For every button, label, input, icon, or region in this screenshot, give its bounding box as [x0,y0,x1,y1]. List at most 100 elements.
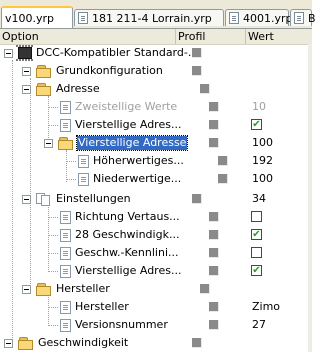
document-icon [60,300,71,314]
document-icon [78,154,89,168]
profil-marker[interactable] [209,302,219,312]
value-text[interactable]: 100 [252,172,273,186]
tree-label: Richtung Vertaus... [75,210,180,223]
collapse-toggle[interactable] [22,67,31,76]
tab-lorrain[interactable]: 181 211-4 Lorrain.yrp [74,9,224,26]
tree-label: Geschw.-Kennlini... [75,246,179,259]
value-checkbox[interactable]: ✔ [251,119,262,130]
tree-row[interactable]: Grundkonfiguration [0,62,312,80]
value-text[interactable]: 100 [252,136,273,150]
collapse-toggle[interactable] [22,195,31,204]
tab-bar: v100.yrp 181 211-4 Lorrain.yrp 4001.yrp … [0,0,316,29]
tree-label: Versionsnummer [75,318,168,331]
tree-row[interactable]: Geschwindigkeit [0,334,312,352]
tree-row[interactable]: 28 Geschwindigk... ✔ [0,226,312,244]
profil-marker[interactable] [209,120,219,130]
tab-label: v100.yrp [5,11,55,25]
document-icon [60,228,71,242]
profil-marker[interactable] [200,84,210,94]
tree-row[interactable]: Hersteller [0,280,312,298]
tree-label: Hersteller [75,300,129,313]
profil-marker[interactable] [192,338,202,348]
tab-label: 4001.yrp [243,11,293,25]
profil-marker[interactable] [192,66,202,76]
tree-label: Vierstellige Adres... [75,118,182,131]
profil-marker[interactable] [209,230,219,240]
document-icon [60,100,71,114]
profil-marker[interactable] [209,138,219,148]
folder-open-icon [36,64,52,78]
tab-label: B [308,11,316,25]
tree-row[interactable]: Vierstellige Adres... ✔ [0,116,312,134]
documents-icon [36,192,52,206]
tree-label: Vierstellige Adres... [75,264,182,277]
value-checkbox[interactable] [251,211,262,222]
tab-v100[interactable]: v100.yrp [1,6,73,28]
profil-marker[interactable] [209,320,219,330]
folder-open-icon [18,336,34,350]
tree-label: Adresse [56,82,100,95]
value-text[interactable]: 34 [252,192,266,206]
tree-label: Einstellungen [56,192,131,205]
tree-label: Zweistellige Werte [75,100,178,113]
value-text[interactable]: 27 [252,318,266,332]
profil-marker[interactable] [209,266,219,276]
tree-label: Grundkonfiguration [56,64,163,77]
tree-label: Geschwindigkeit [38,336,129,349]
tab-label: 181 211-4 Lorrain.yrp [92,11,212,25]
tree-label: Hersteller [56,282,110,295]
tab-b[interactable]: B [290,9,316,26]
profil-marker[interactable] [209,212,219,222]
tree-row[interactable]: Zweistellige Werte 10 [0,98,312,116]
tree-row[interactable]: Einstellungen 34 [0,190,312,208]
tree-label: Niederwertige... [93,172,182,185]
document-icon [60,318,71,332]
tree-row[interactable]: Adresse [0,80,312,98]
value-text[interactable]: Zimo [252,300,280,314]
collapse-toggle[interactable] [22,285,31,294]
profil-marker[interactable] [218,174,228,184]
profil-marker[interactable] [192,194,202,204]
collapse-toggle[interactable] [4,49,13,58]
profil-marker[interactable] [200,284,210,294]
value-checkbox[interactable] [251,247,262,258]
tree-row[interactable]: DCC-Kompatibler Standard-... [0,44,312,62]
tree-label: DCC-Kompatibler Standard-... [36,46,199,59]
tree-label: Höherwertiges... [93,154,184,167]
folder-open-icon [58,136,74,150]
tree-row[interactable]: Höherwertiges... 192 [0,152,312,170]
value-text[interactable]: 10 [252,100,266,114]
tree-row[interactable]: Richtung Vertaus... [0,208,312,226]
document-icon [294,12,304,24]
document-icon [60,246,71,260]
column-wert[interactable]: Wert [246,29,308,44]
value-checkbox[interactable]: ✔ [251,229,262,240]
tab-4001[interactable]: 4001.yrp [225,9,293,26]
tree-row[interactable]: Vierstellige Adresse 100 [0,134,312,152]
collapse-toggle[interactable] [4,339,13,348]
tree-label: 28 Geschwindigk... [75,228,180,241]
vertical-scrollbar[interactable] [308,44,312,352]
document-icon [60,264,71,278]
tree-row[interactable]: Versionsnummer 27 [0,316,312,334]
document-icon [229,12,239,24]
profil-marker[interactable] [192,48,202,58]
column-option[interactable]: Option [0,29,176,44]
profil-marker[interactable] [218,156,228,166]
tree-label-selected: Vierstellige Adresse [75,135,189,151]
value-text[interactable]: 192 [252,154,273,168]
column-profil[interactable]: Profil [176,29,246,44]
document-icon [60,210,71,224]
tree-row[interactable]: Geschw.-Kennlini... [0,244,312,262]
collapse-toggle[interactable] [44,139,53,148]
value-checkbox[interactable]: ✔ [251,265,262,276]
collapse-toggle[interactable] [22,85,31,94]
tree-row[interactable]: Vierstellige Adres... ✔ [0,262,312,280]
chip-icon [16,45,34,61]
column-header: Option Profil Wert [0,29,312,45]
tree-row[interactable]: Niederwertige... 100 [0,170,312,188]
tree-row[interactable]: Hersteller Zimo [0,298,312,316]
profil-marker[interactable] [209,248,219,258]
profil-marker[interactable] [209,102,219,112]
document-icon [60,118,71,132]
